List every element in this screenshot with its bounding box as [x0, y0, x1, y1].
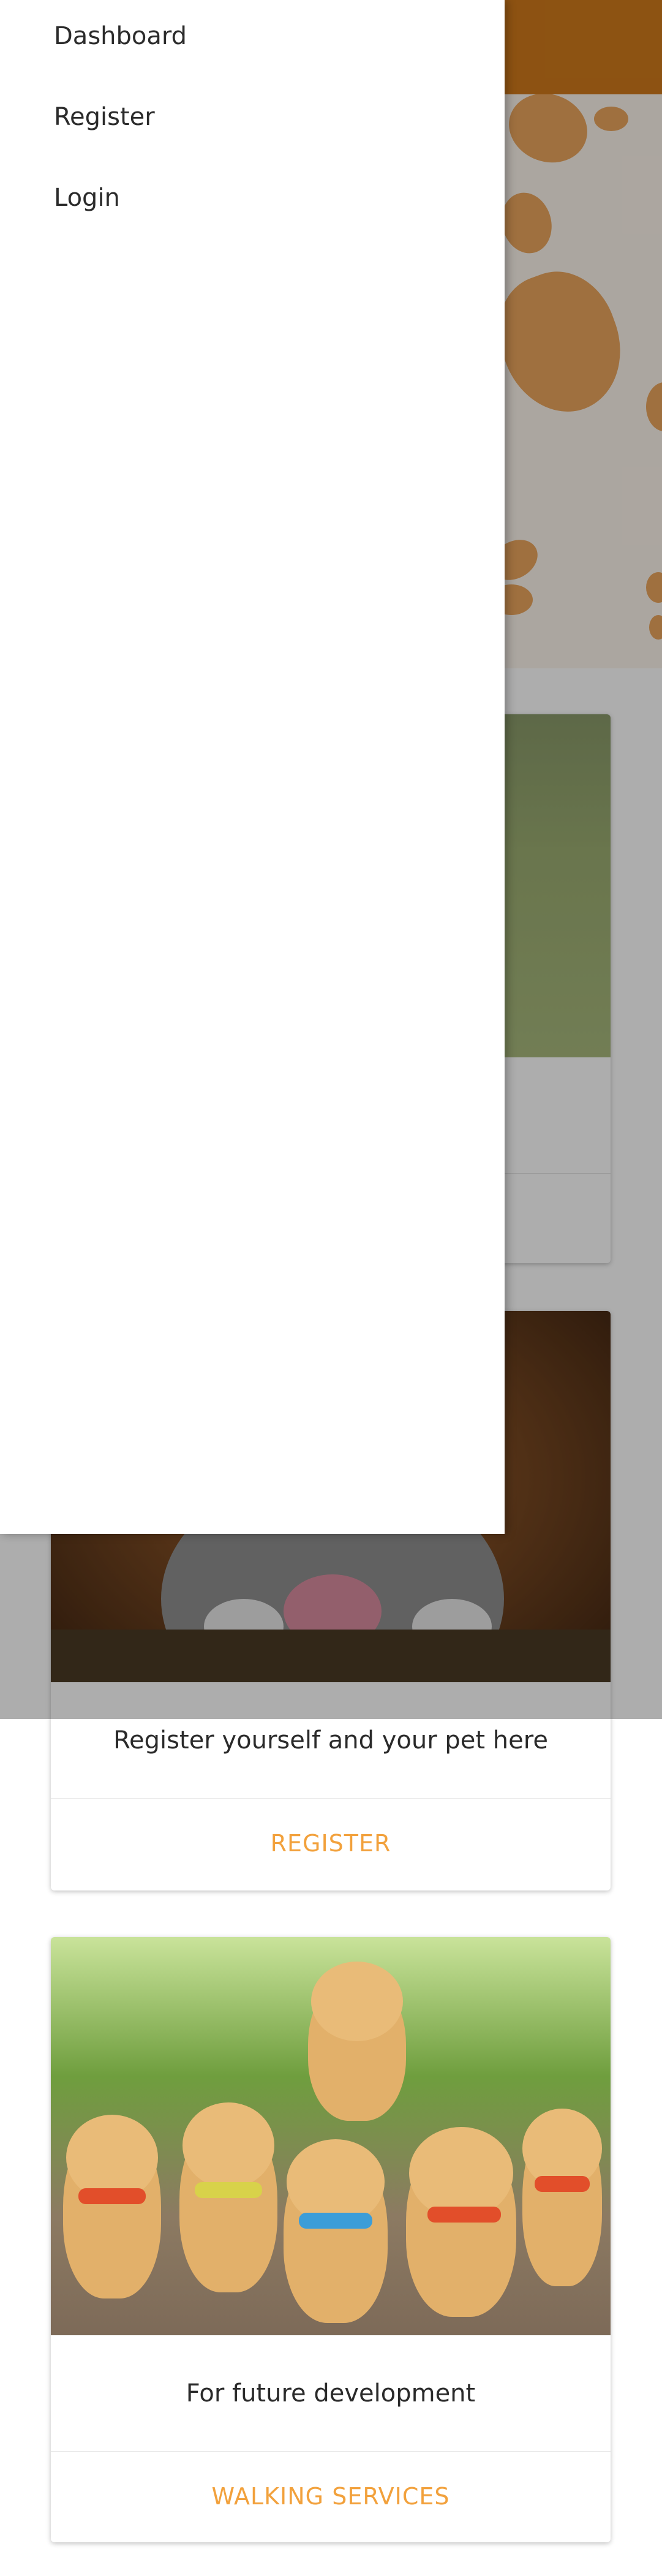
register-button[interactable]: REGISTER	[51, 1799, 611, 1888]
card-walking-services: For future development WALKING SERVICES	[51, 1937, 611, 2542]
nav-item-login[interactable]: Login	[54, 184, 120, 212]
yellow-bandana	[195, 2182, 262, 2198]
red-bandana	[427, 2207, 501, 2223]
puppy-head	[182, 2102, 274, 2188]
nav-item-dashboard[interactable]: Dashboard	[54, 22, 187, 50]
blue-bandana	[299, 2213, 372, 2229]
puppy-head	[409, 2127, 513, 2219]
walking-services-button[interactable]: WALKING SERVICES	[51, 2452, 611, 2541]
puppy-head	[66, 2115, 158, 2200]
card-text: For future development	[51, 2335, 611, 2452]
red-bandana	[78, 2188, 146, 2204]
puppy-head	[287, 2139, 385, 2225]
puppy-head	[311, 1962, 403, 2041]
red-bandana	[535, 2176, 590, 2192]
nav-item-register[interactable]: Register	[54, 103, 155, 131]
navigation-drawer: Dashboard Register Login	[0, 0, 505, 1534]
golden-retriever-puppies-image	[51, 1937, 611, 2335]
